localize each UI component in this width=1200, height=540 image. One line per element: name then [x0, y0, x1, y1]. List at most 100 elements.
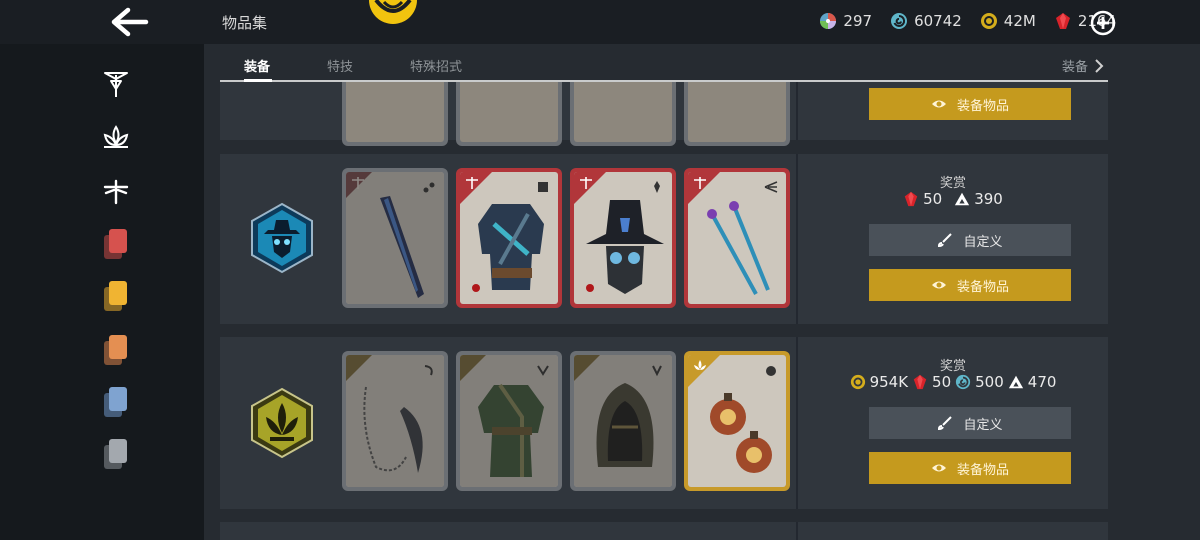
customize-label: 自定义 — [963, 234, 1003, 250]
item-card-blade[interactable] — [342, 168, 448, 308]
back-arrow-icon[interactable] — [110, 6, 150, 38]
ruby-icon — [1055, 13, 1070, 29]
equip-items-label: 装备物品 — [956, 462, 1009, 478]
ruby-icon — [904, 191, 918, 207]
robe-art — [478, 383, 544, 477]
tab-next[interactable]: 装备 — [1062, 56, 1104, 75]
currency-spiral: 60742 — [890, 12, 962, 30]
sidebar-item-blue-set[interactable] — [100, 386, 132, 418]
weapon-type-icon — [424, 365, 433, 376]
sidebar-item-legion[interactable] — [100, 122, 132, 154]
grey-cards-icon — [104, 439, 128, 469]
top-bar: 物品集 297 60742 42M 2164 — [0, 0, 1200, 44]
sidebar — [0, 44, 204, 540]
bombs-art — [710, 393, 772, 473]
currency-coin-value: 42M — [1003, 12, 1036, 30]
equip-items-button[interactable]: 装备物品 — [869, 452, 1071, 484]
add-currency-icon[interactable] — [1090, 10, 1116, 36]
helm-type-icon — [654, 181, 660, 193]
item-card-bombs[interactable] — [684, 351, 790, 491]
equip-items-button[interactable]: 装备物品 — [869, 269, 1071, 301]
clan-emblem-icon — [369, 0, 417, 24]
equip-items-label: 装备物品 — [956, 98, 1009, 114]
reward-title: 奖赏 — [939, 176, 966, 191]
reward-ruby-value: 50 — [923, 190, 943, 208]
sidebar-item-red-set[interactable] — [100, 228, 132, 260]
brush-icon — [938, 233, 953, 248]
masked-hat-emblem-icon — [251, 202, 313, 274]
sidebar-item-dynasty[interactable] — [100, 68, 132, 100]
active-tab-underline — [244, 79, 272, 82]
item-card-robe[interactable] — [456, 351, 562, 491]
equipped-dot — [586, 284, 594, 292]
spiral-gem-icon — [891, 13, 908, 29]
red-cards-icon — [104, 229, 128, 259]
customize-button[interactable]: 自定义 — [869, 407, 1071, 439]
armor-art — [478, 204, 544, 290]
sidebar-item-heralds[interactable] — [100, 176, 132, 208]
heralds-dragonfly-icon — [103, 179, 129, 205]
currency-spiral-value: 60742 — [914, 12, 962, 30]
sidebar-item-yellow-set[interactable] — [100, 280, 132, 312]
equip-items-button[interactable]: 装备物品 — [869, 88, 1071, 120]
eye-icon — [931, 464, 946, 472]
dynasty-sigil-icon — [104, 72, 128, 97]
sidebar-item-grey-set[interactable] — [100, 438, 132, 470]
item-card-armor[interactable] — [456, 168, 562, 308]
item-card-helm[interactable] — [570, 168, 676, 308]
ranged-type-icon — [764, 181, 778, 193]
tab-next-label: 装备 — [1061, 60, 1088, 75]
item-card-twin-sticks[interactable] — [684, 168, 790, 308]
eye-icon — [931, 100, 946, 108]
lotus-emblem-icon — [251, 387, 313, 459]
reward-list: 50 390 — [798, 190, 1108, 208]
heralds-sigil-icon — [352, 177, 364, 189]
triangle-icon — [1008, 375, 1023, 389]
reward-coin-value: 954K — [869, 373, 909, 391]
customize-button[interactable]: 自定义 — [869, 224, 1071, 256]
reward-title: 奖赏 — [939, 359, 966, 374]
currency-coin: 42M — [980, 12, 1036, 30]
eye-icon — [931, 281, 946, 289]
page-title: 物品集 — [222, 14, 268, 32]
currency-orb: 297 — [819, 12, 872, 30]
main-panel: 装备物品 装备 特技 特殊招式 装备 奖赏 50 390 自定义 装备物品 奖赏… — [204, 44, 1200, 540]
heralds-sigil-icon — [466, 177, 478, 189]
twin-sticks-art — [707, 201, 770, 295]
tab-bar: 装备 特技 特殊招式 装备 — [220, 44, 1108, 82]
set-row: 奖赏 954K 50 500 470 自定义 装备物品 — [220, 337, 1108, 509]
reward-spiral-value: 500 — [975, 373, 1004, 391]
blade-art — [380, 196, 424, 298]
tab-equipment[interactable]: 装备 — [244, 56, 270, 75]
set-row-partial — [220, 522, 1108, 540]
tab-special-moves[interactable]: 特殊招式 — [410, 56, 462, 75]
sidebar-item-orange-set[interactable] — [100, 334, 132, 366]
reward-triangle-value: 470 — [1027, 373, 1057, 391]
blue-cards-icon — [104, 387, 128, 417]
orange-cards-icon — [104, 335, 128, 365]
currency-orb-value: 297 — [843, 12, 873, 30]
ranged-type-icon — [766, 366, 776, 376]
item-card-chain-sickle[interactable] — [342, 351, 448, 491]
tab-perks[interactable]: 特技 — [327, 56, 353, 75]
coin-icon — [850, 374, 865, 390]
armor-type-icon — [538, 182, 548, 192]
set-row: 奖赏 50 390 自定义 装备物品 — [220, 154, 1108, 324]
chain-sickle-art — [363, 386, 423, 473]
currency-bar: 297 60742 42M 2164 — [819, 12, 1116, 30]
equipped-dot — [472, 284, 480, 292]
orb-icon — [820, 13, 837, 29]
coin-icon — [980, 13, 997, 29]
heralds-sigil-icon — [694, 177, 706, 189]
reward-ruby-value: 50 — [932, 373, 952, 391]
ruby-icon — [913, 374, 927, 390]
heralds-sigil-icon — [580, 177, 592, 189]
reward-triangle-value: 390 — [974, 190, 1003, 208]
weapon-type-icon — [423, 182, 435, 193]
brush-icon — [938, 416, 953, 431]
customize-label: 自定义 — [963, 417, 1003, 433]
item-card-hood[interactable] — [570, 351, 676, 491]
triangle-icon — [955, 192, 970, 206]
row-divider — [796, 522, 798, 540]
helm-art — [586, 200, 664, 294]
